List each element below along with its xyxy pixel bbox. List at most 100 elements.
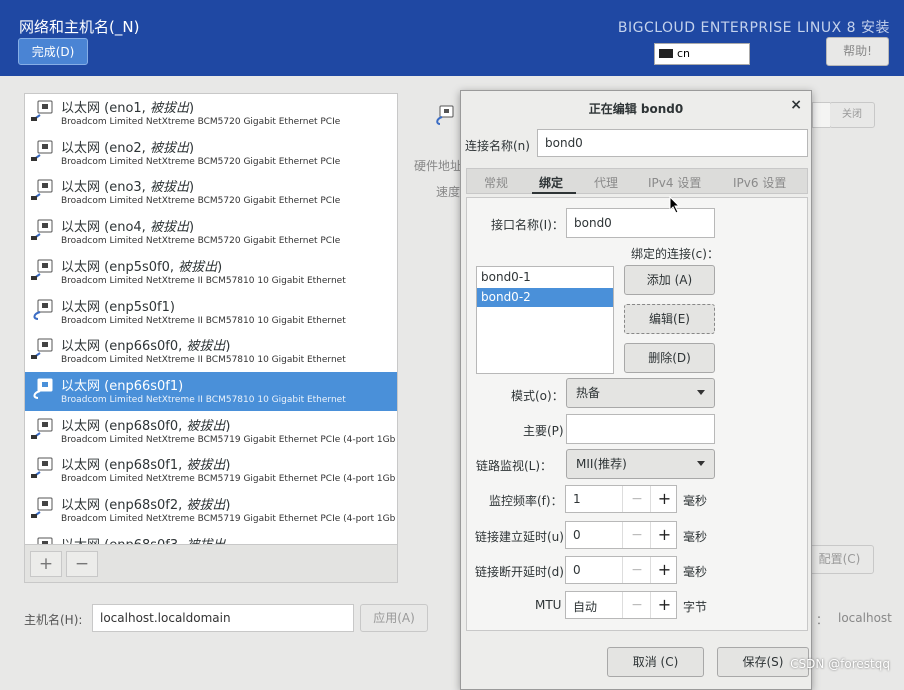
tab-2[interactable]: 代理	[594, 174, 618, 191]
hostname-input[interactable]: localhost.localdomain	[92, 604, 354, 632]
keyboard-layout-label: cn	[677, 47, 691, 60]
device-description: Broadcom Limited NetXtreme II BCM57810 1…	[61, 315, 346, 326]
ethernet-unplugged-icon	[30, 179, 54, 201]
network-device-list[interactable]: 以太网 (eno1, 被拔出) Broadcom Limited NetXtrem…	[24, 93, 398, 545]
device-row[interactable]: 以太网 (eno3, 被拔出) Broadcom Limited NetXtrem…	[25, 173, 397, 212]
increment-button[interactable]: +	[650, 522, 678, 548]
device-name: 以太网 (enp68s0f0, 被拔出)	[61, 418, 231, 434]
up-delay-spinner[interactable]: 0 − +	[565, 521, 677, 549]
speed-label: 速度	[436, 185, 461, 199]
device-row[interactable]: 以太网 (eno2, 被拔出) Broadcom Limited NetXtrem…	[25, 134, 397, 173]
ethernet-icon	[30, 378, 54, 400]
increment-button[interactable]: +	[650, 486, 678, 512]
device-description: Broadcom Limited NetXtreme BCM5719 Gigab…	[61, 474, 397, 485]
unit-ms: 毫秒	[683, 565, 708, 579]
primary-input[interactable]	[566, 414, 715, 444]
mode-select[interactable]: 热备	[566, 378, 715, 408]
settings-tabs: 常规 绑定 代理 IPv4 设置 IPv6 设置	[466, 168, 808, 194]
up-delay-value: 0	[573, 528, 581, 542]
device-name: 以太网 (enp66s0f1)	[61, 378, 184, 394]
add-device-button[interactable]: +	[30, 551, 62, 577]
decrement-button[interactable]: −	[622, 592, 651, 618]
device-name: 以太网 (enp66s0f0, 被拔出)	[61, 339, 231, 355]
apply-hostname-button[interactable]: 应用(A)	[360, 604, 428, 632]
device-row[interactable]: 以太网 (enp68s0f3, 被拔出	[25, 531, 397, 544]
bonded-connection-item[interactable]: bond0-1	[477, 268, 613, 287]
increment-button[interactable]: +	[650, 592, 678, 618]
delete-bond-slave-button[interactable]: 删除(D)	[624, 343, 715, 373]
ethernet-unplugged-icon	[30, 457, 54, 479]
device-row[interactable]: 以太网 (enp5s0f1) Broadcom Limited NetXtreme…	[25, 293, 397, 332]
close-icon[interactable]: ×	[790, 97, 802, 113]
connection-name-input[interactable]: bond0	[537, 129, 808, 157]
interface-name-label: 接口名称(I)：	[491, 218, 564, 232]
connection-switch[interactable]	[812, 102, 830, 128]
add-bond-slave-button[interactable]: 添加 (A)	[624, 265, 715, 295]
unit-bytes: 字节	[683, 600, 708, 614]
primary-label: 主要(P)	[523, 424, 564, 438]
mtu-label: MTU	[535, 598, 562, 612]
device-row[interactable]: 以太网 (enp68s0f0, 被拔出) Broadcom Limited Net…	[25, 412, 397, 451]
ethernet-unplugged-icon	[30, 537, 54, 544]
keyboard-layout-indicator[interactable]: cn	[654, 43, 750, 65]
device-row[interactable]: 以太网 (enp68s0f2, 被拔出) Broadcom Limited Net…	[25, 491, 397, 530]
device-name: 以太网 (eno4, 被拔出)	[61, 220, 195, 236]
interface-name-input[interactable]: bond0	[566, 208, 715, 238]
bonded-connections-list[interactable]: bond0-1 bond0-2	[476, 266, 614, 374]
mouse-pointer-icon	[669, 195, 681, 217]
link-monitoring-select[interactable]: MII(推荐)	[566, 449, 715, 479]
decrement-button[interactable]: −	[622, 486, 651, 512]
edit-bond-slave-button[interactable]: 编辑(E)	[624, 304, 715, 334]
link-monitoring-label: 链路监视(L)：	[476, 459, 553, 473]
decrement-button[interactable]: −	[622, 557, 651, 583]
device-row[interactable]: 以太网 (enp66s0f0, 被拔出) Broadcom Limited Net…	[25, 332, 397, 371]
device-name: 以太网 (enp68s0f1, 被拔出)	[61, 458, 231, 474]
device-name: 以太网 (enp5s0f0, 被拔出)	[61, 259, 223, 275]
increment-button[interactable]: +	[650, 557, 678, 583]
tab-0[interactable]: 常规	[484, 174, 508, 191]
bonded-connections-label: 绑定的连接(c)：	[631, 247, 719, 261]
device-description: Broadcom Limited NetXtreme BCM5720 Gigab…	[61, 156, 341, 167]
device-description: Broadcom Limited NetXtreme BCM5719 Gigab…	[61, 434, 397, 445]
device-row[interactable]: 以太网 (enp68s0f1, 被拔出) Broadcom Limited Net…	[25, 451, 397, 490]
mode-label: 模式(o)：	[511, 389, 564, 403]
cancel-button[interactable]: 取消 (C)	[607, 647, 704, 677]
hostname-label: 主机名(H):	[24, 613, 83, 627]
ethernet-icon	[30, 299, 54, 321]
current-hostname: localhost	[838, 611, 892, 625]
device-row[interactable]: 以太网 (eno4, 被拔出) Broadcom Limited NetXtrem…	[25, 213, 397, 252]
device-list-toolbar: + −	[24, 545, 398, 583]
ethernet-unplugged-icon	[30, 338, 54, 360]
device-row[interactable]: 以太网 (eno1, 被拔出) Broadcom Limited NetXtrem…	[25, 94, 397, 133]
done-button[interactable]: 完成(D)	[18, 38, 88, 65]
device-row[interactable]: 以太网 (enp5s0f0, 被拔出) Broadcom Limited NetX…	[25, 253, 397, 292]
watermark: CSDN @forestqq	[790, 657, 890, 671]
close-connection-toggle[interactable]: 关闭	[829, 102, 875, 128]
bonded-connection-item[interactable]: bond0-2	[477, 288, 613, 307]
tab-3[interactable]: IPv4 设置	[648, 174, 701, 191]
device-description: Broadcom Limited NetXtreme BCM5720 Gigab…	[61, 236, 341, 247]
configure-button[interactable]: 配置(C)	[805, 545, 874, 574]
device-description: Broadcom Limited NetXtreme II BCM57810 1…	[61, 355, 346, 366]
remove-device-button[interactable]: −	[66, 551, 98, 577]
help-button[interactable]: 帮助!	[826, 37, 889, 66]
current-hostname-separator: ：	[816, 613, 829, 627]
device-description: Broadcom Limited NetXtreme BCM5720 Gigab…	[61, 117, 341, 127]
device-name: 以太网 (enp68s0f2, 被拔出)	[61, 498, 231, 513]
decrement-button[interactable]: −	[622, 522, 651, 548]
device-row[interactable]: 以太网 (enp66s0f1) Broadcom Limited NetXtrem…	[25, 371, 397, 411]
monitor-frequency-spinner[interactable]: 1 − +	[565, 485, 677, 513]
ethernet-icon	[433, 104, 455, 126]
ethernet-unplugged-icon	[30, 259, 54, 281]
ethernet-unplugged-icon	[30, 418, 54, 440]
mtu-spinner[interactable]: 自动 − +	[565, 591, 677, 619]
down-delay-spinner[interactable]: 0 − +	[565, 556, 677, 584]
monitor-frequency-value: 1	[573, 492, 581, 506]
device-name: 以太网 (eno1, 被拔出)	[61, 101, 195, 116]
unit-ms: 毫秒	[683, 494, 708, 508]
tab-4[interactable]: IPv6 设置	[733, 174, 786, 191]
product-name: BIGCLOUD ENTERPRISE LINUX 8 安装	[617, 20, 890, 36]
page-title: 网络和主机名(_N)	[19, 18, 140, 36]
device-name: 以太网 (enp5s0f1)	[61, 299, 175, 315]
tab-1[interactable]: 绑定	[539, 174, 563, 191]
